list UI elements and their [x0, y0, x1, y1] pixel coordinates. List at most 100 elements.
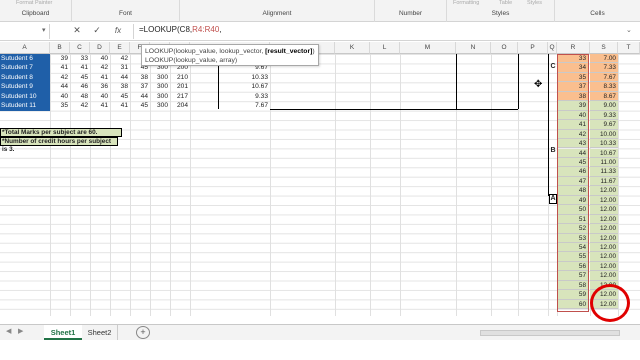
lookup-gpa-cell[interactable]: 12.00: [590, 243, 618, 253]
lookup-marks-cell[interactable]: 56: [557, 261, 588, 272]
lookup-gpa-cell[interactable]: 12.00: [590, 252, 618, 262]
lookup-marks-cell[interactable]: 45: [557, 157, 588, 168]
data-cell[interactable]: 210: [170, 73, 190, 82]
lookup-gpa-cell[interactable]: 10.33: [590, 139, 618, 149]
lookup-gpa-cell[interactable]: 9.33: [590, 110, 618, 121]
data-cell[interactable]: 44: [130, 92, 150, 101]
format-as-table-label[interactable]: Table: [499, 0, 512, 6]
data-cell[interactable]: 36: [90, 82, 110, 91]
column-header-l[interactable]: L: [370, 42, 400, 54]
data-cell[interactable]: 41: [110, 101, 130, 110]
data-cell[interactable]: 45: [70, 73, 90, 82]
lookup-marks-cell[interactable]: 51: [557, 214, 588, 225]
data-cell[interactable]: 38: [110, 82, 130, 91]
data-cell[interactable]: 37: [130, 82, 150, 91]
lookup-gpa-cell[interactable]: 12.00: [590, 186, 618, 196]
lookup-gpa-cell[interactable]: 10.00: [590, 129, 618, 140]
lookup-marks-cell[interactable]: 37: [557, 82, 588, 92]
lookup-marks-cell[interactable]: 48: [557, 186, 588, 196]
tooltip-line-2[interactable]: LOOKUP(lookup_value, array): [145, 56, 315, 65]
insert-function-icon[interactable]: fx: [111, 26, 125, 35]
data-cell[interactable]: 46: [70, 82, 90, 91]
data-cell[interactable]: 44: [50, 82, 70, 91]
tab-sheet1[interactable]: Sheet1: [44, 325, 82, 340]
column-header-c[interactable]: C: [70, 42, 90, 54]
lookup-marks-cell[interactable]: 49: [557, 195, 588, 206]
lookup-marks-cell[interactable]: 54: [557, 243, 588, 253]
data-cell[interactable]: 42: [70, 101, 90, 110]
lookup-marks-cell[interactable]: 34: [557, 63, 588, 73]
lookup-gpa-cell[interactable]: 12.00: [590, 261, 618, 272]
lookup-gpa-cell[interactable]: 7.00: [590, 54, 618, 64]
column-header-o[interactable]: O: [491, 42, 518, 54]
scroll-left-icon[interactable]: ◀: [6, 327, 11, 335]
column-header-m[interactable]: M: [400, 42, 456, 54]
lookup-gpa-cell[interactable]: 12.00: [590, 205, 618, 215]
lookup-gpa-cell[interactable]: 10.67: [590, 148, 618, 158]
lookup-gpa-cell[interactable]: 12.00: [590, 195, 618, 206]
lookup-marks-cell[interactable]: 43: [557, 139, 588, 149]
lookup-marks-cell[interactable]: 47: [557, 176, 588, 187]
student-name-cell[interactable]: Sutudent 10: [0, 91, 50, 102]
conditional-formatting-label[interactable]: Formatting: [453, 0, 479, 6]
expand-formula-bar-icon[interactable]: ⌄: [626, 26, 632, 34]
data-cell[interactable]: 10.33: [190, 73, 270, 82]
lookup-marks-cell[interactable]: 41: [557, 120, 588, 130]
column-header-a[interactable]: A: [0, 42, 50, 54]
data-cell[interactable]: 204: [170, 101, 190, 110]
data-cell[interactable]: 300: [150, 101, 170, 110]
column-header-q[interactable]: Q: [548, 42, 557, 54]
lookup-marks-cell[interactable]: 60: [557, 299, 588, 310]
column-header-d[interactable]: D: [90, 42, 110, 54]
lookup-marks-cell[interactable]: 35: [557, 72, 588, 83]
lookup-gpa-cell[interactable]: 12.00: [590, 299, 618, 310]
data-cell[interactable]: 35: [50, 101, 70, 110]
lookup-gpa-cell[interactable]: 11.33: [590, 167, 618, 177]
column-header-t[interactable]: T: [618, 42, 640, 54]
data-cell[interactable]: 40: [90, 92, 110, 101]
lookup-gpa-cell[interactable]: 8.33: [590, 82, 618, 92]
lookup-gpa-cell[interactable]: 7.33: [590, 63, 618, 73]
horizontal-scrollbar[interactable]: [480, 330, 620, 336]
lookup-gpa-cell[interactable]: 12.00: [590, 214, 618, 225]
data-cell[interactable]: 38: [130, 73, 150, 82]
cancel-icon[interactable]: ✕: [70, 25, 84, 36]
add-sheet-icon[interactable]: +: [136, 326, 150, 339]
lookup-gpa-cell[interactable]: 12.00: [590, 271, 618, 281]
data-cell[interactable]: 300: [150, 73, 170, 82]
lookup-marks-cell[interactable]: 53: [557, 233, 588, 243]
data-cell[interactable]: 7.67: [190, 101, 270, 110]
data-cell[interactable]: 48: [70, 92, 90, 101]
student-name-cell[interactable]: Sutudent 6: [0, 54, 50, 64]
data-cell[interactable]: 9.33: [190, 92, 270, 101]
data-cell[interactable]: 300: [150, 92, 170, 101]
data-cell[interactable]: 41: [90, 101, 110, 110]
data-cell[interactable]: 33: [70, 54, 90, 63]
data-cell[interactable]: 44: [110, 73, 130, 82]
lookup-marks-cell[interactable]: 42: [557, 129, 588, 140]
cell-styles-label[interactable]: Styles: [527, 0, 542, 6]
lookup-gpa-cell[interactable]: 12.00: [590, 280, 618, 291]
data-cell[interactable]: 40: [50, 92, 70, 101]
column-header-r[interactable]: R: [557, 42, 590, 54]
lookup-marks-cell[interactable]: 38: [557, 91, 588, 102]
data-cell[interactable]: 40: [90, 54, 110, 63]
column-header-n[interactable]: N: [456, 42, 491, 54]
student-name-cell[interactable]: Sutudent 11: [0, 101, 50, 111]
lookup-gpa-cell[interactable]: 12.00: [590, 233, 618, 243]
lookup-gpa-cell[interactable]: 9.00: [590, 101, 618, 111]
lookup-gpa-cell[interactable]: 12.00: [590, 290, 618, 300]
lookup-marks-cell[interactable]: 33: [557, 54, 588, 64]
lookup-gpa-cell[interactable]: 12.00: [590, 224, 618, 234]
data-cell[interactable]: 41: [90, 73, 110, 82]
data-cell[interactable]: 42: [110, 54, 130, 63]
lookup-marks-cell[interactable]: 50: [557, 205, 588, 215]
data-cell[interactable]: 42: [90, 63, 110, 72]
lookup-marks-cell[interactable]: 46: [557, 167, 588, 177]
worksheet-grid[interactable]: Sutudent 6 39 33 40 42 Sutudent 7 41 41 42 31 45 30…: [0, 54, 640, 322]
scroll-right-icon[interactable]: ▶: [18, 327, 23, 335]
formula-input[interactable]: =LOOKUP(C8,R4:R40,: [139, 25, 222, 34]
data-cell[interactable]: 41: [70, 63, 90, 72]
data-cell[interactable]: 45: [130, 101, 150, 110]
data-cell[interactable]: 201: [170, 82, 190, 91]
